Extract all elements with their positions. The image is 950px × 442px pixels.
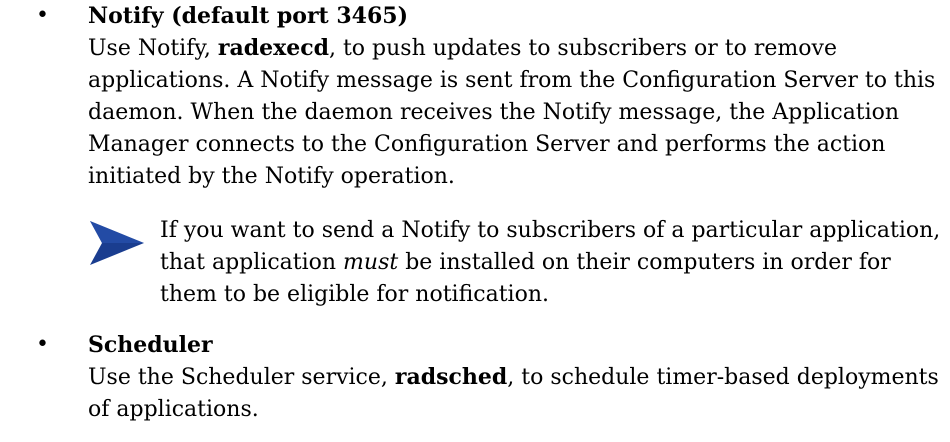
service-list: • Notify (default port 3465) Use Notify,… [0,0,950,426]
list-item-notify: • Notify (default port 3465) Use Notify,… [0,0,950,311]
daemon-name: radsched [394,364,508,390]
item-title: Scheduler [88,332,213,358]
note-callout: If you want to send a Notify to subscrib… [88,215,950,311]
bullet: • [36,3,49,28]
bullet: • [36,332,49,357]
description-text: Use the Scheduler service, [88,365,395,390]
item-description: Use Notify, radexecd, to push updates to… [88,32,950,193]
note-emphasis: must [343,250,399,275]
item-title: Notify (default port 3465) [88,3,408,29]
description-text: Use Notify, [88,36,218,61]
daemon-name: radexecd [217,35,329,61]
arrow-right-icon [90,221,144,265]
item-description: Use the Scheduler service, radsched, to … [88,361,950,426]
list-item-scheduler: • Scheduler Use the Scheduler service, r… [0,329,950,426]
note-text: If you want to send a Notify to subscrib… [160,215,950,311]
